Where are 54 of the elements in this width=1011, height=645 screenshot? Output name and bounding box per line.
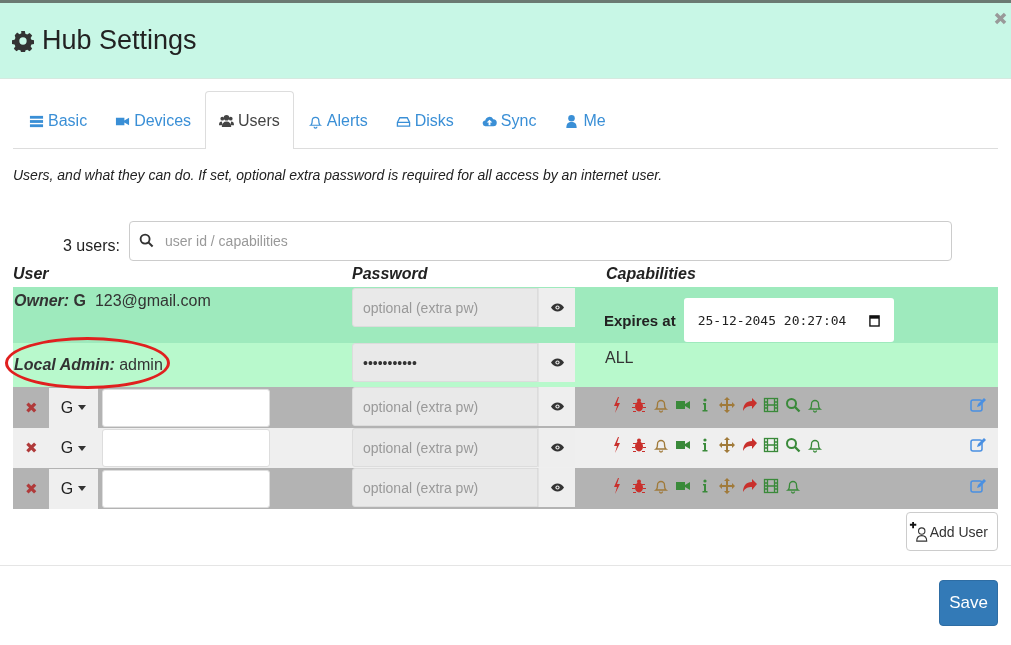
- show-password-button[interactable]: [538, 288, 575, 327]
- search-icon: [138, 233, 154, 248]
- window-title: Hub Settings: [42, 25, 197, 56]
- eye-icon: [550, 303, 564, 312]
- show-password-button[interactable]: [538, 387, 575, 426]
- show-password-button[interactable]: [538, 468, 575, 507]
- eye-icon: [550, 443, 564, 452]
- column-header: Password: [352, 265, 429, 284]
- save-button[interactable]: Save: [939, 580, 998, 626]
- tab[interactable]: Devices: [101, 92, 206, 149]
- local-admin-user: Local Admin: admin: [14, 356, 163, 374]
- remove-button[interactable]: ✖: [13, 468, 49, 509]
- tab[interactable]: Basic: [15, 92, 102, 149]
- column-header: Capabilities: [605, 265, 697, 284]
- password-field[interactable]: optional (extra pw): [352, 387, 538, 426]
- edit-icon[interactable]: [970, 477, 986, 494]
- caret-icon: [78, 445, 87, 451]
- eye-icon: [550, 402, 564, 411]
- user-count-label: 3 users:: [63, 237, 120, 255]
- caret-icon: [78, 486, 87, 491]
- password-field[interactable]: optional (extra pw): [352, 468, 538, 507]
- calendar-icon: [868, 313, 880, 327]
- user-id-field[interactable]: [102, 388, 270, 427]
- eye-icon: [550, 358, 564, 367]
- remove-button[interactable]: ✖: [13, 428, 49, 468]
- caret-icon: [78, 405, 87, 410]
- add-user-icon: [908, 521, 929, 542]
- show-password-button[interactable]: [538, 343, 575, 382]
- password-field[interactable]: optional (extra pw): [352, 288, 538, 327]
- remove-button[interactable]: ✖: [13, 387, 49, 428]
- tab[interactable]: Sync: [467, 92, 551, 149]
- column-header: User: [13, 265, 50, 284]
- user-id-field[interactable]: [102, 429, 270, 467]
- password-field[interactable]: optional (extra pw): [352, 428, 538, 467]
- provider-dropdown[interactable]: G: [49, 387, 98, 428]
- gear-icon: [12, 29, 34, 52]
- capabilities-text: ALL: [605, 349, 634, 368]
- tab[interactable]: Users: [205, 91, 294, 149]
- date-time-field[interactable]: 25-12-2045 20:27:04: [683, 298, 894, 342]
- add-user-button[interactable]: Add User: [905, 512, 998, 551]
- edit-icon[interactable]: [970, 396, 986, 413]
- edit-icon[interactable]: [970, 437, 986, 453]
- provider-dropdown[interactable]: G: [49, 468, 98, 509]
- user-id-field[interactable]: [102, 469, 270, 508]
- owner-user: Owner: G 123@gmail.com: [14, 292, 211, 311]
- tab[interactable]: Disks: [381, 92, 468, 149]
- search-field[interactable]: user id / capabilities: [128, 221, 952, 261]
- expires-label: Expires at: [604, 311, 676, 329]
- tab[interactable]: Me: [550, 92, 620, 149]
- description-text: Users, and what they can do. If set, optional extra password is required for all access by an internet user.: [13, 167, 664, 183]
- password-field[interactable]: •••••••••••: [352, 343, 538, 382]
- close-icon[interactable]: [994, 12, 1007, 25]
- tab[interactable]: Alerts: [293, 92, 382, 149]
- eye-icon: [550, 483, 564, 492]
